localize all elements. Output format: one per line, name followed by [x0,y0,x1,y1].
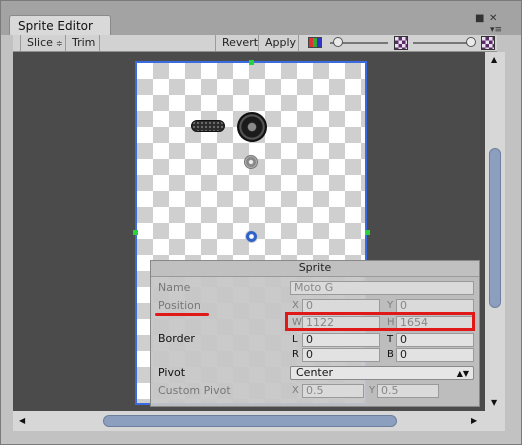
horizontal-scroll-thumb[interactable] [103,415,397,427]
revert-button[interactable]: Revert [215,35,259,51]
resize-handle-right[interactable] [365,230,370,235]
position-y-field[interactable]: 0 [396,299,474,313]
menu-icon[interactable]: ▾≡ [490,25,502,35]
border-r-label: R [292,349,299,360]
border-b-field[interactable]: 0 [396,348,474,362]
sprite-inspector-panel: Sprite Name Moto G Position X 0 Y 0 W 11… [150,260,480,407]
apply-button[interactable]: Apply [259,35,299,51]
border-t-label: T [387,334,394,345]
border-b-label: B [387,349,394,360]
pivot-value: Center [296,366,334,379]
pivot-select[interactable]: Center ▲▼ [290,366,474,380]
slice-dropdown[interactable]: Slice ≑ [20,35,66,51]
custom-pivot-label: Custom Pivot [158,384,231,397]
zoom-slider-handle[interactable] [333,37,344,47]
name-field[interactable]: Moto G [290,281,474,295]
name-label: Name [158,281,191,294]
border-r-field[interactable]: 0 [302,348,380,362]
close-icon[interactable]: ✕ [489,13,497,24]
vertical-scrollbar[interactable]: ▲ ▼ [485,52,505,411]
scroll-down-icon[interactable]: ▼ [491,398,497,407]
pivot-label: Pivot [158,366,186,379]
scroll-left-icon[interactable]: ◀ [19,416,25,425]
scroll-right-icon[interactable]: ▶ [471,416,477,425]
annotation-underline [155,313,209,316]
border-t-field[interactable]: 0 [396,333,474,347]
border-label: Border [158,332,195,345]
lock-icon[interactable]: ■ [475,13,484,24]
speaker-grille-graphic [191,120,225,132]
sprite-editor-window: Sprite Editor ■ ✕ ▾≡ Slice ≑ Trim Revert … [0,0,522,445]
select-arrows-icon: ▲▼ [456,369,469,378]
border-l-label: L [292,334,298,345]
position-label: Position [158,299,201,312]
custom-pivot-y-field[interactable]: 0.5 [377,384,439,398]
color-channel-icon[interactable] [308,37,322,48]
scroll-corner [485,411,505,431]
annotation-box [285,312,475,331]
custom-pivot-x-label: X [292,385,299,396]
trim-button[interactable]: Trim [66,35,100,51]
dropdown-arrow-icon: ≑ [55,39,63,48]
camera-lens-graphic [237,112,267,142]
vertical-scroll-thumb[interactable] [489,148,501,308]
custom-pivot-y-label: Y [369,385,376,396]
tab-strip: Sprite Editor ■ ✕ ▾≡ [1,1,521,35]
position-y-label: Y [387,300,394,311]
tab-sprite-editor[interactable]: Sprite Editor [9,15,111,35]
resize-handle-left[interactable] [133,230,138,235]
mipmap-icon [394,36,408,50]
position-x-field[interactable]: 0 [302,299,380,313]
position-x-label: X [292,300,299,311]
custom-pivot-x-field[interactable]: 0.5 [302,384,364,398]
mipmap-icon [481,36,495,50]
toolbar: Slice ≑ Trim Revert Apply [13,35,497,52]
border-l-field[interactable]: 0 [302,333,380,347]
sensor-graphic [244,155,258,169]
scroll-up-icon[interactable]: ▲ [491,55,497,64]
mip-slider-handle[interactable] [465,37,476,47]
resize-handle-top[interactable] [249,60,254,65]
slice-label: Slice [27,36,53,49]
pivot-handle[interactable] [245,230,258,243]
horizontal-scrollbar[interactable]: ◀ ▶ [13,411,485,431]
panel-title: Sprite [151,261,479,277]
